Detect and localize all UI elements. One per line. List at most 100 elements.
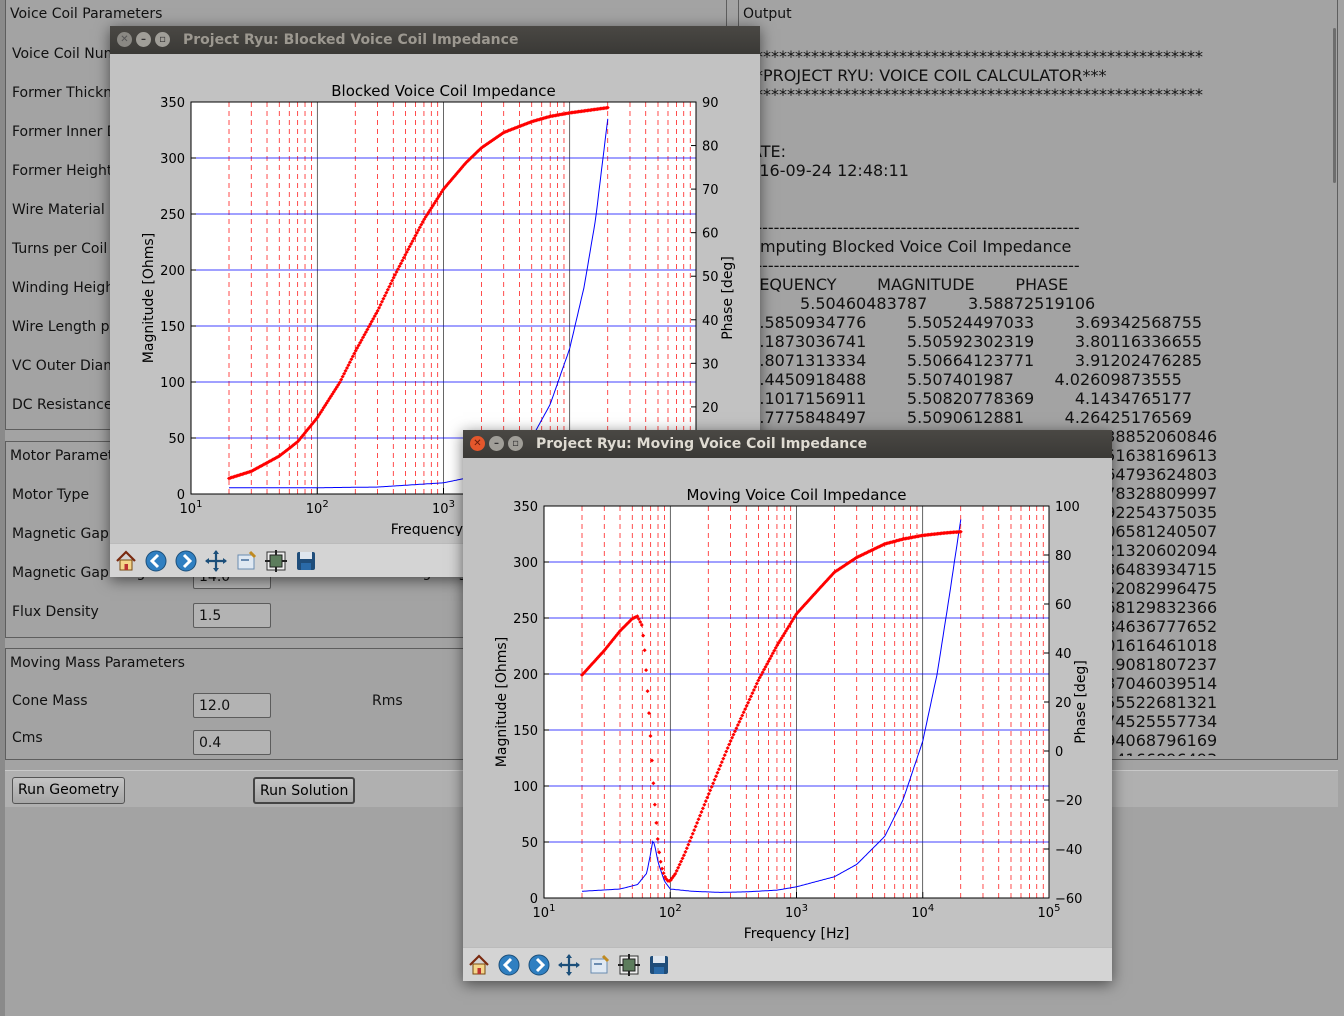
moving-window-title: Project Ryu: Moving Voice Coil Impedance <box>536 436 868 452</box>
y-tick-label: 200 <box>513 668 538 683</box>
y-tick-label: 100 <box>160 376 185 391</box>
save-icon[interactable] <box>292 547 320 575</box>
back-arrow-icon[interactable] <box>495 951 523 979</box>
chart-title: Blocked Voice Coil Impedance <box>331 82 555 100</box>
y-tick-label: 100 <box>513 780 538 795</box>
y2-axis-label: Phase [deg] <box>720 256 736 340</box>
y-tick-label: 350 <box>160 96 185 111</box>
blocked-window-titlebar[interactable]: ✕ – ▫ Project Ryu: Blocked Voice Coil Im… <box>110 26 760 54</box>
y-tick-label: 0 <box>530 892 538 907</box>
subplots-icon[interactable] <box>262 547 290 575</box>
maximize-icon[interactable]: ▫ <box>155 32 170 47</box>
x-tick-label: 103 <box>432 499 455 517</box>
x-tick-label: 102 <box>306 499 329 517</box>
x-tick-exponent: 3 <box>449 499 455 510</box>
chart-title: Moving Voice Coil Impedance <box>687 486 907 504</box>
output-line: ----------------------------------------… <box>739 256 1080 275</box>
x-tick-base: 10 <box>911 906 928 921</box>
bottom-left-strip <box>0 0 5 1016</box>
y-tick-label: 200 <box>160 264 185 279</box>
output-title: Output <box>743 6 792 22</box>
output-line: DATE: <box>739 142 787 161</box>
moving-mass-parameters-title: Moving Mass Parameters <box>10 655 185 671</box>
home-icon[interactable] <box>112 547 140 575</box>
pan-icon[interactable] <box>202 547 230 575</box>
forward-arrow-icon[interactable] <box>172 547 200 575</box>
forward-arrow-icon[interactable] <box>525 951 553 979</box>
x-tick-base: 10 <box>1038 906 1055 921</box>
y2-tick-label: 90 <box>702 96 719 111</box>
output-line: ----------------------------------------… <box>739 218 1080 237</box>
y-axis-label: Magnitude [Ohms] <box>494 637 510 767</box>
y2-tick-label: 20 <box>1055 696 1072 711</box>
y-tick-label: 250 <box>513 612 538 627</box>
pan-icon[interactable] <box>555 951 583 979</box>
y2-tick-label: 50 <box>702 270 719 285</box>
blocked-window-title: Project Ryu: Blocked Voice Coil Impedanc… <box>183 32 519 48</box>
output-line: Computing Blocked Voice Coil Impedance <box>739 237 1072 256</box>
cone-mass-input[interactable]: 12.0 <box>193 693 271 718</box>
y-tick-label: 350 <box>513 500 538 515</box>
run-solution-button[interactable]: Run Solution <box>253 777 356 804</box>
x-tick-exponent: 3 <box>802 903 808 914</box>
home-icon[interactable] <box>465 951 493 979</box>
moving-plot-area[interactable]: 0 50 100 150 200 250 300 350 −60 −40 −20 0 20 40 60 80 1… <box>467 462 1109 944</box>
cms-label: Cms <box>12 730 43 746</box>
flux-density-input[interactable]: 1.5 <box>193 603 271 628</box>
x-tick-exponent: 4 <box>928 903 934 914</box>
zoom-icon[interactable] <box>232 547 260 575</box>
y2-tick-label: 20 <box>702 401 719 416</box>
x-tick-label: 104 <box>911 903 934 921</box>
run-geometry-button[interactable]: Run Geometry <box>12 777 126 804</box>
y2-tick-label: 30 <box>702 357 719 372</box>
y-tick-label: 250 <box>160 208 185 223</box>
y2-tick-label: −40 <box>1055 843 1082 858</box>
motor-type-label: Motor Type <box>12 487 90 503</box>
y2-tick-label: 80 <box>1055 549 1072 564</box>
y-tick-label: 0 <box>177 488 185 503</box>
zoom-icon[interactable] <box>585 951 613 979</box>
x-tick-exponent: 5 <box>1054 903 1060 914</box>
maximize-icon[interactable]: ▫ <box>508 436 523 451</box>
y2-axis-label: Phase [deg] <box>1073 660 1089 744</box>
winding-height-label: Winding Height <box>12 280 120 296</box>
wire-material-label: Wire Material <box>12 202 105 218</box>
minimize-icon[interactable]: – <box>489 436 504 451</box>
cms-input[interactable]: 0.4 <box>193 730 271 755</box>
close-icon[interactable]: ✕ <box>470 436 485 451</box>
moving-window-titlebar[interactable]: ✕ – ▫ Project Ryu: Moving Voice Coil Imp… <box>463 430 1112 458</box>
former-height-label: Former Height <box>12 163 113 179</box>
output-line: 23.1017156911 5.50820778369 4.1434765177 <box>739 389 1192 408</box>
x-axis-label: Frequency [Hz] <box>744 926 850 942</box>
minimize-icon[interactable]: – <box>136 32 151 47</box>
cone-mass-label: Cone Mass <box>12 693 88 709</box>
y2-tick-label: 100 <box>1055 500 1080 515</box>
y-tick-label: 300 <box>513 556 538 571</box>
x-tick-exponent: 2 <box>322 499 328 510</box>
voice-coil-parameters-title: Voice Coil Parameters <box>10 6 163 22</box>
x-tick-exponent: 1 <box>196 499 202 510</box>
y-tick-label: 150 <box>160 320 185 335</box>
save-icon[interactable] <box>645 951 673 979</box>
y2-tick-label: 80 <box>702 140 719 155</box>
output-line: FREQUENCY MAGNITUDE PHASE <box>739 275 1069 294</box>
output-scrollbar-thumb[interactable] <box>1333 28 1336 183</box>
output-line: ****************************************… <box>739 85 1203 104</box>
moving-impedance-window: ✕ – ▫ Project Ryu: Moving Voice Coil Imp… <box>463 430 1112 981</box>
x-tick-base: 10 <box>785 906 802 921</box>
close-icon[interactable]: ✕ <box>117 32 132 47</box>
moving-impedance-chart: 050100150200250300350−60−40−200204060801… <box>494 486 1089 942</box>
dc-resistance-label: DC Resistance <box>12 397 113 413</box>
back-arrow-icon[interactable] <box>142 547 170 575</box>
x-tick-base: 10 <box>180 502 197 517</box>
output-line: 23.7775848497 5.5090612881 4.26425176569 <box>739 408 1192 427</box>
output-line: ***PROJECT RYU: VOICE COIL CALCULATOR*** <box>739 66 1107 85</box>
subplots-icon[interactable] <box>615 951 643 979</box>
y-axis-label: Magnitude [Ohms] <box>141 233 157 363</box>
output-line: 22.4450918488 5.507401987 4.02609873555 <box>739 370 1182 389</box>
flux-density-label: Flux Density <box>12 604 99 620</box>
